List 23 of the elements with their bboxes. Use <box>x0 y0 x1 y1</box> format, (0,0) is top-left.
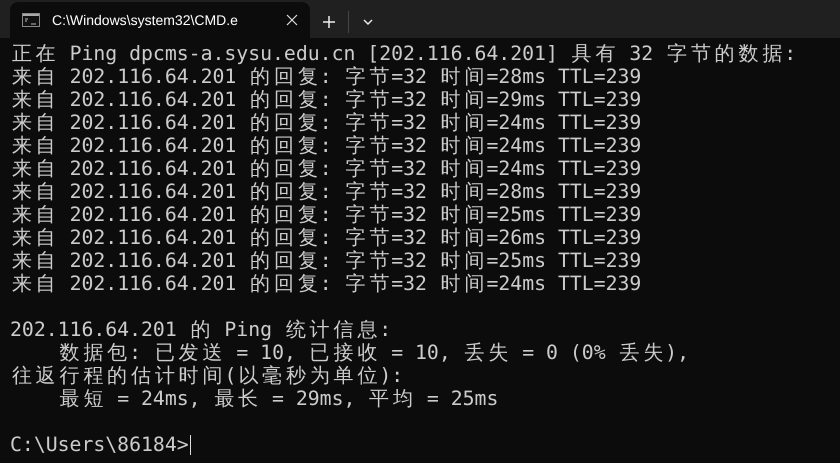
console-output-line: 来自 202.116.64.201 的回复: 字节=32 时间=28ms TTL=239 <box>10 180 642 203</box>
console-output-line: 最短 = 24ms, 最长 = 29ms, 平均 = 25ms <box>58 387 498 410</box>
close-icon[interactable] <box>286 14 298 26</box>
command-prompt: C:\Users\86184> <box>10 433 189 456</box>
console-output-line: 往返行程的估计时间(以毫秒为单位): <box>10 364 404 387</box>
console-output-line: 来自 202.116.64.201 的回复: 字节=32 时间=28ms TTL=239 <box>10 65 642 88</box>
console-output-line: 来自 202.116.64.201 的回复: 字节=32 时间=29ms TTL=239 <box>10 88 642 111</box>
terminal-icon <box>22 13 40 27</box>
console-output-line: 来自 202.116.64.201 的回复: 字节=32 时间=24ms TTL=239 <box>10 111 642 134</box>
plus-icon <box>322 15 336 29</box>
console-output-line: 来自 202.116.64.201 的回复: 字节=32 时间=26ms TTL=239 <box>10 226 642 249</box>
chevron-down-icon <box>362 18 374 26</box>
console-output-line: 来自 202.116.64.201 的回复: 字节=32 时间=25ms TTL=239 <box>10 203 642 226</box>
console-output-line: 正在 Ping dpcms-a.sysu.edu.cn [202.116.64.201] 具有 32 字节的数据: <box>10 42 796 65</box>
console-output-line: 来自 202.116.64.201 的回复: 字节=32 时间=24ms TTL=239 <box>10 134 642 157</box>
console-output-line: 来自 202.116.64.201 的回复: 字节=32 时间=24ms TTL=239 <box>10 272 642 295</box>
tab-title: C:\Windows\system32\CMD.e <box>52 12 239 28</box>
console-output-line: 来自 202.116.64.201 的回复: 字节=32 时间=24ms TTL=239 <box>10 157 642 180</box>
terminal-tab[interactable]: C:\Windows\system32\CMD.e <box>10 2 310 38</box>
console-output-line: 来自 202.116.64.201 的回复: 字节=32 时间=25ms TTL=239 <box>10 249 642 272</box>
console-output-line: 202.116.64.201 的 Ping 统计信息: <box>10 318 392 341</box>
text-cursor <box>190 434 191 454</box>
console-output-line: 数据包: 已发送 = 10, 已接收 = 10, 丢失 = 0 (0% 丢失), <box>58 341 689 364</box>
